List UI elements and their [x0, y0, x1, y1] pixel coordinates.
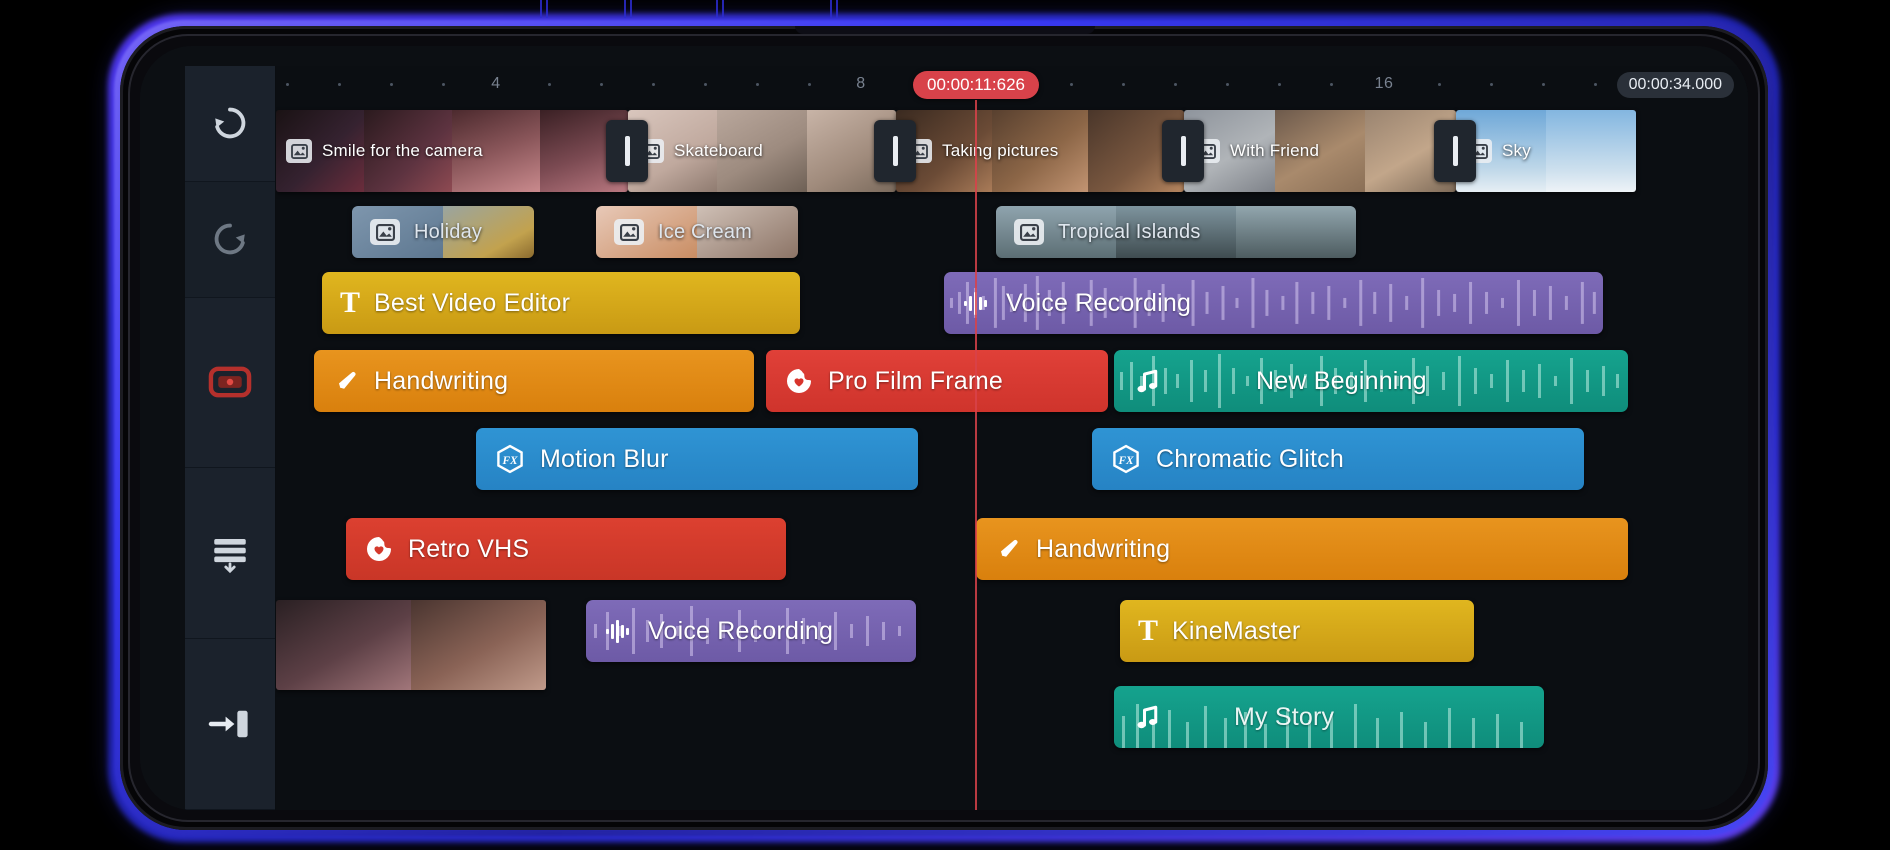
- transition-handle[interactable]: [1434, 120, 1476, 182]
- clip-label: Tropical Islands: [1058, 220, 1201, 243]
- redo-icon: [214, 223, 245, 255]
- voice-icon: [962, 289, 992, 317]
- handwriting-clip[interactable]: Handwriting: [976, 518, 1628, 580]
- film-frame-clip[interactable]: Pro Film Frame: [766, 350, 1108, 412]
- sticker-icon: [784, 366, 814, 396]
- clip-label: Motion Blur: [540, 444, 669, 473]
- timeline-tracks[interactable]: Smile for the camera Skateboard Taking p…: [276, 106, 1748, 810]
- layers-icon: [214, 539, 246, 574]
- brush-icon: [994, 535, 1022, 563]
- music-clip[interactable]: New Beginning: [1114, 350, 1628, 412]
- clip-label: Best Video Editor: [374, 288, 571, 317]
- total-duration-label: 00:00:34.000: [1616, 72, 1734, 98]
- video-clip[interactable]: With Friend: [1184, 110, 1456, 192]
- undo-button[interactable]: [185, 66, 275, 182]
- export-icon: [208, 710, 248, 738]
- ruler-label-8: 8: [856, 75, 866, 92]
- fx-icon: FX: [1110, 443, 1142, 475]
- fx-icon: FX: [494, 443, 526, 475]
- video-clip[interactable]: Skateboard: [628, 110, 896, 192]
- phone-screen: 4 8 16 00:00:11:626 00:00:34.000 Smile f…: [140, 46, 1748, 810]
- video-clip[interactable]: Smile for the camera: [276, 110, 628, 192]
- video-clip[interactable]: Taking pictures: [896, 110, 1184, 192]
- clip-label: My Story: [1234, 702, 1335, 731]
- brush-icon: [332, 367, 360, 395]
- clip-label: Smile for the camera: [322, 141, 483, 160]
- phone-notch: [795, 26, 1095, 34]
- clip-label: Chromatic Glitch: [1156, 444, 1344, 473]
- clip-label: Handwriting: [374, 366, 509, 395]
- handwriting-clip[interactable]: Handwriting: [314, 350, 754, 412]
- text-icon: T: [340, 286, 361, 319]
- clip-label: KineMaster: [1172, 616, 1301, 645]
- video-clip[interactable]: [276, 600, 546, 690]
- text-clip[interactable]: T Best Video Editor: [322, 272, 800, 334]
- timeline[interactable]: 4 8 16 00:00:11:626 00:00:34.000 Smile f…: [276, 66, 1748, 810]
- fx-clip[interactable]: FX Chromatic Glitch: [1092, 428, 1584, 490]
- record-button[interactable]: [185, 297, 275, 469]
- sticker-icon: [364, 534, 394, 564]
- timeline-ruler[interactable]: 4 8 16 00:00:11:626 00:00:34.000: [276, 66, 1748, 106]
- clip-label: Voice Recording: [1006, 288, 1192, 317]
- clip-label: Voice Recording: [648, 616, 834, 645]
- music-clip[interactable]: My Story: [1114, 686, 1544, 748]
- undo-icon: [215, 108, 246, 139]
- video-clip[interactable]: Sky: [1456, 110, 1636, 192]
- transition-handle[interactable]: [1162, 120, 1204, 182]
- photo-icon: [1014, 219, 1044, 245]
- clip-label: Handwriting: [1036, 534, 1171, 563]
- overlay-clip[interactable]: Tropical Islands: [996, 206, 1356, 258]
- ruler-label-16: 16: [1374, 75, 1394, 92]
- playhead-timecode[interactable]: 00:00:11:626: [913, 71, 1039, 99]
- layer-button[interactable]: [185, 468, 275, 640]
- text-icon: T: [1138, 614, 1159, 647]
- clip-label: Retro VHS: [408, 534, 530, 563]
- music-icon: [1132, 702, 1162, 732]
- fx-clip[interactable]: FX Motion Blur: [476, 428, 918, 490]
- clip-label: New Beginning: [1256, 366, 1427, 395]
- kinemaster-app: 4 8 16 00:00:11:626 00:00:34.000 Smile f…: [140, 46, 1748, 810]
- redo-button[interactable]: [185, 181, 275, 298]
- photo-icon: [370, 219, 400, 245]
- clip-label: Holiday: [414, 220, 483, 243]
- transition-handle[interactable]: [874, 120, 916, 182]
- clip-label: Sky: [1502, 141, 1531, 160]
- vhs-clip[interactable]: Retro VHS: [346, 518, 786, 580]
- overlay-clip[interactable]: Holiday: [352, 206, 534, 258]
- ruler-label-4: 4: [491, 75, 501, 92]
- clip-label: With Friend: [1230, 141, 1320, 160]
- playhead-line[interactable]: [975, 100, 977, 810]
- svg-text:FX: FX: [1117, 455, 1134, 467]
- audio-clip[interactable]: Voice Recording: [586, 600, 916, 662]
- record-icon: [208, 367, 252, 398]
- tool-rail: [185, 66, 276, 810]
- transition-handle[interactable]: [606, 120, 648, 182]
- photo-icon: [614, 219, 644, 245]
- clip-label: Skateboard: [674, 141, 763, 160]
- clip-label: Ice Cream: [658, 220, 753, 243]
- overlay-clip[interactable]: Ice Cream: [596, 206, 798, 258]
- screenshot-stage: 4 8 16 00:00:11:626 00:00:34.000 Smile f…: [0, 0, 1890, 850]
- text-clip[interactable]: T KineMaster: [1120, 600, 1474, 662]
- music-icon: [1132, 366, 1162, 396]
- audio-clip[interactable]: Voice Recording: [944, 272, 1603, 334]
- notch-accent-marks: [540, 0, 960, 20]
- clip-thumbnails: [276, 600, 546, 690]
- export-button[interactable]: [185, 639, 275, 810]
- clip-label: Taking pictures: [942, 141, 1059, 160]
- svg-text:FX: FX: [501, 455, 518, 467]
- voice-icon: [604, 617, 634, 645]
- photo-icon: [286, 139, 312, 163]
